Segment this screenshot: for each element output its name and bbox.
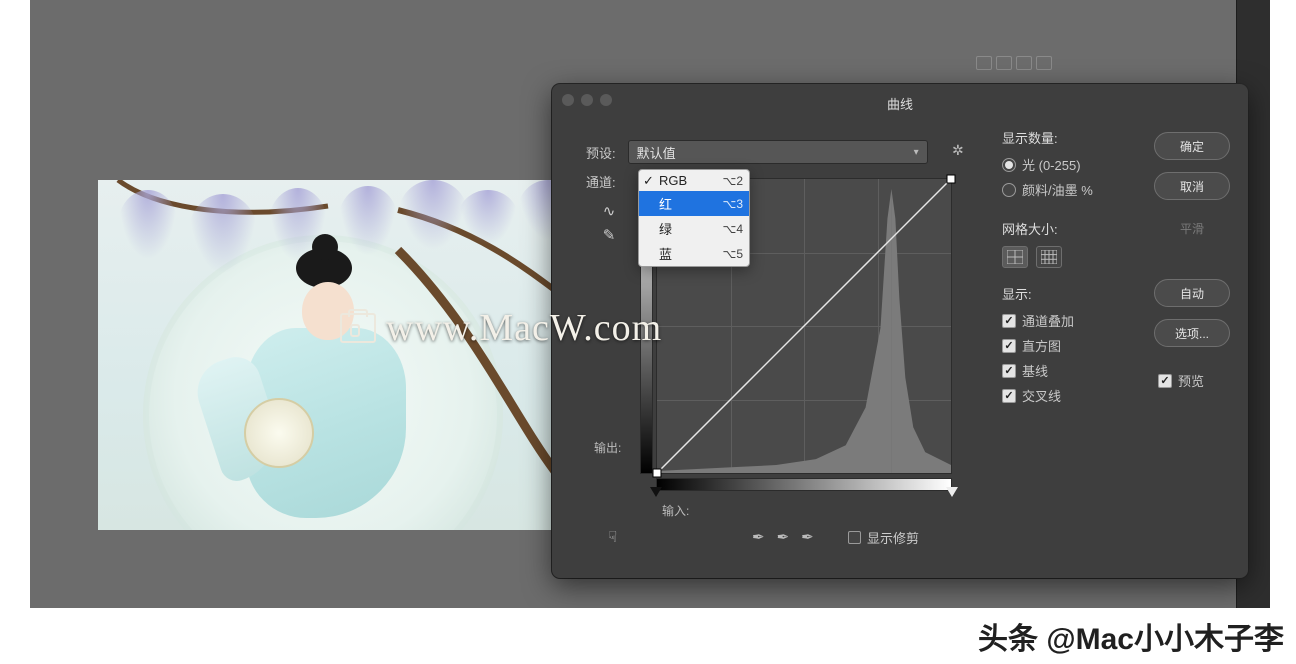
input-label: 输入: <box>662 502 689 519</box>
gray-eyedropper-icon[interactable]: ✒ <box>777 528 790 546</box>
watermark-logo-icon <box>340 313 376 343</box>
options-button[interactable]: 选项... <box>1154 319 1230 347</box>
panel-icon[interactable] <box>976 56 992 70</box>
dialog-title: 曲线 <box>552 94 1248 113</box>
channel-option-green[interactable]: 绿 ⌥4 <box>639 216 749 241</box>
preset-gear-icon[interactable]: ✲ <box>952 142 964 159</box>
white-eyedropper-icon[interactable]: ✒ <box>801 528 814 546</box>
cancel-button[interactable]: 取消 <box>1154 172 1230 200</box>
channel-option-shortcut: ⌥2 <box>722 174 743 188</box>
workspace: ↗ 曲线 预设: <box>30 0 1270 610</box>
curve-point-highlight[interactable] <box>947 175 956 184</box>
histogram-label: 直方图 <box>1022 336 1061 355</box>
curve-point-shadow[interactable] <box>653 469 662 478</box>
check-icon: ✓ <box>643 173 654 189</box>
document-canvas[interactable] <box>98 180 596 530</box>
light-label: 光 (0-255) <box>1022 155 1081 174</box>
attribution-bar: 头条 @Mac小小木子李 <box>0 608 1296 664</box>
show-amount-title: 显示数量: <box>1002 128 1146 147</box>
intersection-label: 交叉线 <box>1022 386 1061 405</box>
channel-option-shortcut: ⌥5 <box>722 247 743 261</box>
intersection-checkbox[interactable] <box>1002 389 1016 403</box>
grid-size-title: 网格大小: <box>1002 219 1146 238</box>
overlay-label: 通道叠加 <box>1022 311 1074 330</box>
dialog-buttons: 确定 取消 平滑 自动 选项... 预览 <box>1154 132 1230 390</box>
show-clipping-row: 显示修剪 <box>848 528 919 547</box>
watermark: www.MacW.com <box>340 306 662 350</box>
eyedropper-group: ✒ ✒ ✒ <box>752 528 814 546</box>
auto-button[interactable]: 自动 <box>1154 279 1230 307</box>
channel-option-shortcut: ⌥4 <box>722 222 743 236</box>
pigment-radio[interactable] <box>1002 183 1016 197</box>
target-adjust-icon[interactable]: ☟ <box>608 528 617 546</box>
curve-draw-tool-icon[interactable]: ✎ <box>600 226 618 244</box>
pigment-label: 颜料/油墨 % <box>1022 180 1093 199</box>
light-radio[interactable] <box>1002 158 1016 172</box>
preview-checkbox[interactable] <box>1158 374 1172 388</box>
channel-option-red[interactable]: 红 ⌥3 <box>639 191 749 216</box>
preset-select[interactable]: 默认值 ▾ <box>628 140 928 164</box>
image-wisteria <box>118 190 178 260</box>
channel-option-shortcut: ⌥3 <box>722 197 743 211</box>
watermark-text: www.MacW.com <box>386 306 662 350</box>
image-wisteria <box>458 190 518 245</box>
grid-fine-button[interactable] <box>1036 246 1062 268</box>
channel-option-label: 绿 <box>659 219 672 238</box>
channel-option-label: 蓝 <box>659 244 672 263</box>
black-eyedropper-icon[interactable]: ✒ <box>752 528 765 546</box>
curve-edit-tools: ∿ ✎ <box>600 202 618 244</box>
overlay-checkbox[interactable] <box>1002 314 1016 328</box>
show-title: 显示: <box>1002 284 1146 303</box>
show-clipping-label: 显示修剪 <box>867 528 919 547</box>
channel-dropdown[interactable]: ✓ RGB ⌥2 红 ⌥3 绿 ⌥4 蓝 ⌥5 <box>638 169 750 267</box>
output-label: 输出: <box>594 439 621 456</box>
channel-option-label: 红 <box>659 194 672 213</box>
display-options: 显示数量: 光 (0-255) 颜料/油墨 % 网格大小: 显示: <box>1002 128 1146 411</box>
panel-icon[interactable] <box>1016 56 1032 70</box>
preview-label: 预览 <box>1178 371 1204 390</box>
show-clipping-checkbox[interactable] <box>848 531 861 544</box>
black-point-slider[interactable] <box>650 487 662 497</box>
baseline-label: 基线 <box>1022 361 1048 380</box>
panel-icon[interactable] <box>996 56 1012 70</box>
preset-row: 预设: 默认值 ▾ <box>586 140 928 164</box>
image-figure <box>226 238 418 530</box>
grid-coarse-button[interactable] <box>1002 246 1028 268</box>
channel-option-label: RGB <box>659 173 687 188</box>
histogram-checkbox[interactable] <box>1002 339 1016 353</box>
smooth-button: 平滑 <box>1154 220 1230 237</box>
preset-value: 默认值 <box>637 143 676 162</box>
channel-option-rgb[interactable]: ✓ RGB ⌥2 <box>639 170 749 191</box>
chevron-down-icon: ▾ <box>914 147 919 158</box>
curve-point-tool-icon[interactable]: ∿ <box>600 202 618 220</box>
input-gradient <box>656 478 952 491</box>
baseline-checkbox[interactable] <box>1002 364 1016 378</box>
channel-label: 通道: <box>586 172 616 191</box>
attribution-text: 头条 @Mac小小木子李 <box>978 614 1284 658</box>
panel-icon[interactable] <box>1036 56 1052 70</box>
channel-option-blue[interactable]: 蓝 ⌥5 <box>639 241 749 266</box>
white-point-slider[interactable] <box>946 487 958 497</box>
preset-label: 预设: <box>586 143 616 162</box>
ok-button[interactable]: 确定 <box>1154 132 1230 160</box>
app-panel-icons <box>976 56 1052 70</box>
